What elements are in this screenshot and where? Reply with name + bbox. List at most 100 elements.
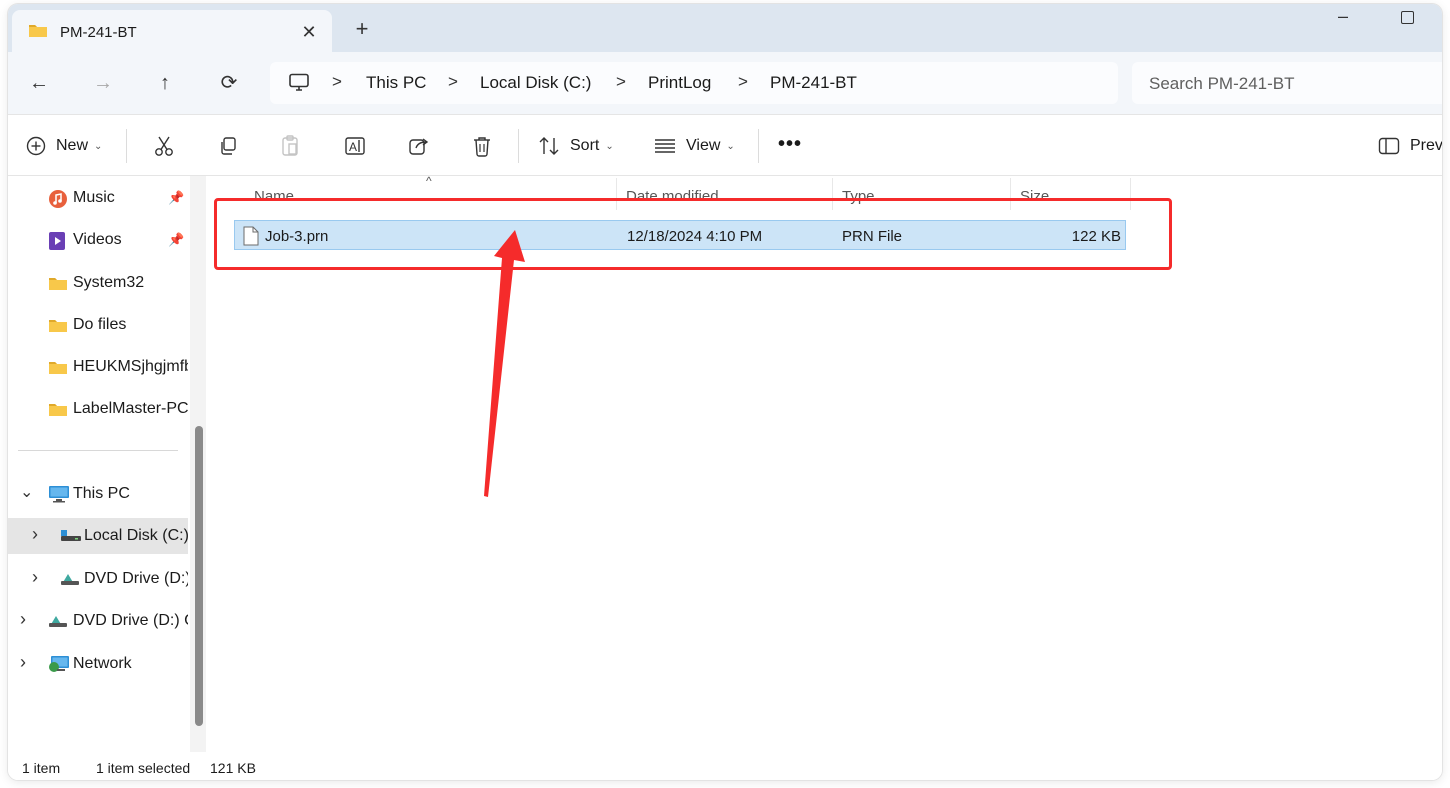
sidebar-item-system32[interactable]: System32	[8, 265, 188, 301]
sidebar-item-label: DVD Drive (D:)	[84, 570, 188, 587]
title-bar: PM-241-BT ✕ + –	[8, 4, 1442, 52]
refresh-button[interactable]: ⟳	[212, 66, 246, 100]
sidebar-item-dvd-drive-d[interactable]: › DVD Drive (D:)	[8, 561, 188, 597]
sidebar-item-videos[interactable]: Videos 📌	[8, 222, 188, 258]
search-placeholder: Search PM-241-BT	[1149, 74, 1295, 93]
sidebar-divider	[18, 450, 178, 451]
scissors-icon	[155, 136, 173, 156]
chevron-down-icon: ⌄	[726, 140, 735, 152]
chevron-right-icon[interactable]: ›	[32, 524, 38, 545]
sidebar-item-dvd-drive-d-c[interactable]: › DVD Drive (D:) C	[8, 603, 188, 639]
drive-icon	[60, 527, 81, 545]
sidebar-item-local-disk-c[interactable]: › Local Disk (C:)	[8, 518, 188, 554]
sidebar-item-labelmaster-pc[interactable]: LabelMaster-PC	[8, 391, 188, 427]
toolbar-divider	[518, 129, 519, 163]
dvd-icon	[60, 570, 80, 588]
view-label: View	[686, 137, 721, 154]
maximize-icon	[1400, 11, 1414, 24]
back-button[interactable]: ←	[22, 66, 56, 100]
search-input[interactable]: Search PM-241-BT	[1132, 62, 1442, 104]
preview-label: Previ	[1410, 137, 1442, 154]
chevron-down-icon[interactable]: ⌄	[20, 482, 33, 502]
tab-pm-241-bt[interactable]: PM-241-BT ✕	[12, 10, 332, 52]
plus-circle-icon	[26, 136, 46, 156]
sort-button[interactable]: Sort ⌄	[538, 129, 614, 163]
pin-icon: 📌	[168, 232, 185, 247]
toolbar-divider	[758, 129, 759, 163]
monitor-icon	[288, 73, 310, 98]
share-button[interactable]	[408, 129, 430, 163]
sidebar-item-label: Local Disk (C:)	[84, 527, 188, 544]
sidebar-item-label: Videos	[73, 231, 122, 248]
preview-pane-icon	[1378, 137, 1400, 155]
highlight-box	[214, 198, 1172, 270]
breadcrumb-printlog[interactable]: PrintLog	[648, 73, 711, 93]
tab-title: PM-241-BT	[60, 24, 137, 41]
sidebar-item-heukms[interactable]: HEUKMSjhgjmfb	[8, 349, 188, 385]
sidebar-scrollbar-thumb[interactable]	[195, 426, 203, 726]
sidebar-item-network[interactable]: › Network	[8, 646, 188, 682]
folder-icon	[48, 401, 68, 419]
trash-icon	[474, 137, 490, 157]
close-tab-button[interactable]: ✕	[296, 19, 322, 45]
forward-button[interactable]: →	[86, 66, 120, 100]
copy-icon	[221, 137, 236, 155]
breadcrumb-pm-241-bt[interactable]: PM-241-BT	[770, 73, 857, 93]
up-button[interactable]: ↑	[148, 66, 182, 100]
status-bar: 1 item 1 item selected 121 KB	[8, 756, 1442, 780]
breadcrumb-local-disk[interactable]: Local Disk (C:)	[480, 73, 591, 93]
paste-button[interactable]	[280, 129, 300, 163]
rename-icon: A	[345, 137, 365, 155]
sort-indicator-icon: ^	[426, 174, 432, 188]
copy-button[interactable]	[218, 129, 238, 163]
pin-icon: 📌	[168, 190, 185, 205]
chevron-down-icon: ⌄	[605, 140, 614, 152]
share-icon	[409, 138, 429, 155]
sidebar-item-label: HEUKMSjhgjmfb	[73, 358, 188, 375]
music-icon	[48, 189, 68, 208]
sidebar-item-label: System32	[73, 274, 145, 291]
preview-pane-button[interactable]: Previ	[1378, 129, 1442, 163]
sidebar-item-label: LabelMaster-PC	[73, 400, 188, 417]
network-icon	[48, 655, 69, 673]
paste-icon	[282, 135, 298, 156]
minimize-button[interactable]: –	[1328, 6, 1358, 30]
status-selected: 1 item selected	[96, 760, 191, 776]
folder-icon	[48, 275, 68, 293]
chevron-right-icon[interactable]: ›	[20, 609, 26, 630]
folder-icon	[48, 317, 68, 335]
breadcrumb-separator: >	[616, 72, 626, 91]
new-button[interactable]: New ⌄	[26, 129, 102, 163]
address-bar[interactable]: > This PC > Local Disk (C:) > PrintLog >…	[270, 62, 1118, 104]
chevron-right-icon[interactable]: ›	[20, 652, 26, 673]
folder-icon	[28, 22, 48, 43]
cut-button[interactable]	[154, 129, 174, 163]
chevron-right-icon[interactable]: ›	[32, 567, 38, 588]
breadcrumb-this-pc[interactable]: This PC	[366, 73, 426, 93]
svg-text:A: A	[349, 140, 357, 154]
breadcrumb-separator: >	[738, 72, 748, 91]
see-more-button[interactable]: •••	[778, 133, 802, 156]
sidebar-item-label: Do files	[73, 316, 127, 333]
sidebar-item-do-files[interactable]: Do files	[8, 307, 188, 343]
folder-icon	[48, 359, 68, 377]
status-selected-size: 121 KB	[210, 760, 256, 776]
sidebar-item-music[interactable]: Music 📌	[8, 180, 188, 216]
command-bar: New ⌄ A Sort ⌄ View ⌄ ••• Prev	[8, 114, 1442, 176]
new-tab-button[interactable]: +	[348, 16, 376, 44]
view-button[interactable]: View ⌄	[654, 129, 735, 163]
view-icon	[655, 139, 675, 153]
sidebar-item-this-pc[interactable]: ⌄ This PC	[8, 476, 188, 512]
sort-icon	[539, 137, 559, 155]
sidebar-item-label: Network	[73, 655, 132, 672]
sort-label: Sort	[570, 137, 600, 154]
delete-button[interactable]	[472, 129, 492, 163]
chevron-down-icon: ⌄	[94, 140, 103, 152]
sidebar-item-label: DVD Drive (D:) C	[73, 612, 188, 629]
navigation-bar: ← → ↑ ⟳ > This PC > Local Disk (C:) > Pr…	[8, 52, 1442, 114]
sidebar-item-label: Music	[73, 189, 115, 206]
maximize-button[interactable]	[1392, 6, 1422, 30]
pc-icon	[48, 485, 69, 503]
file-explorer-window: PM-241-BT ✕ + – ← → ↑ ⟳ > This PC > Loca…	[8, 4, 1442, 780]
rename-button[interactable]: A	[344, 129, 366, 163]
